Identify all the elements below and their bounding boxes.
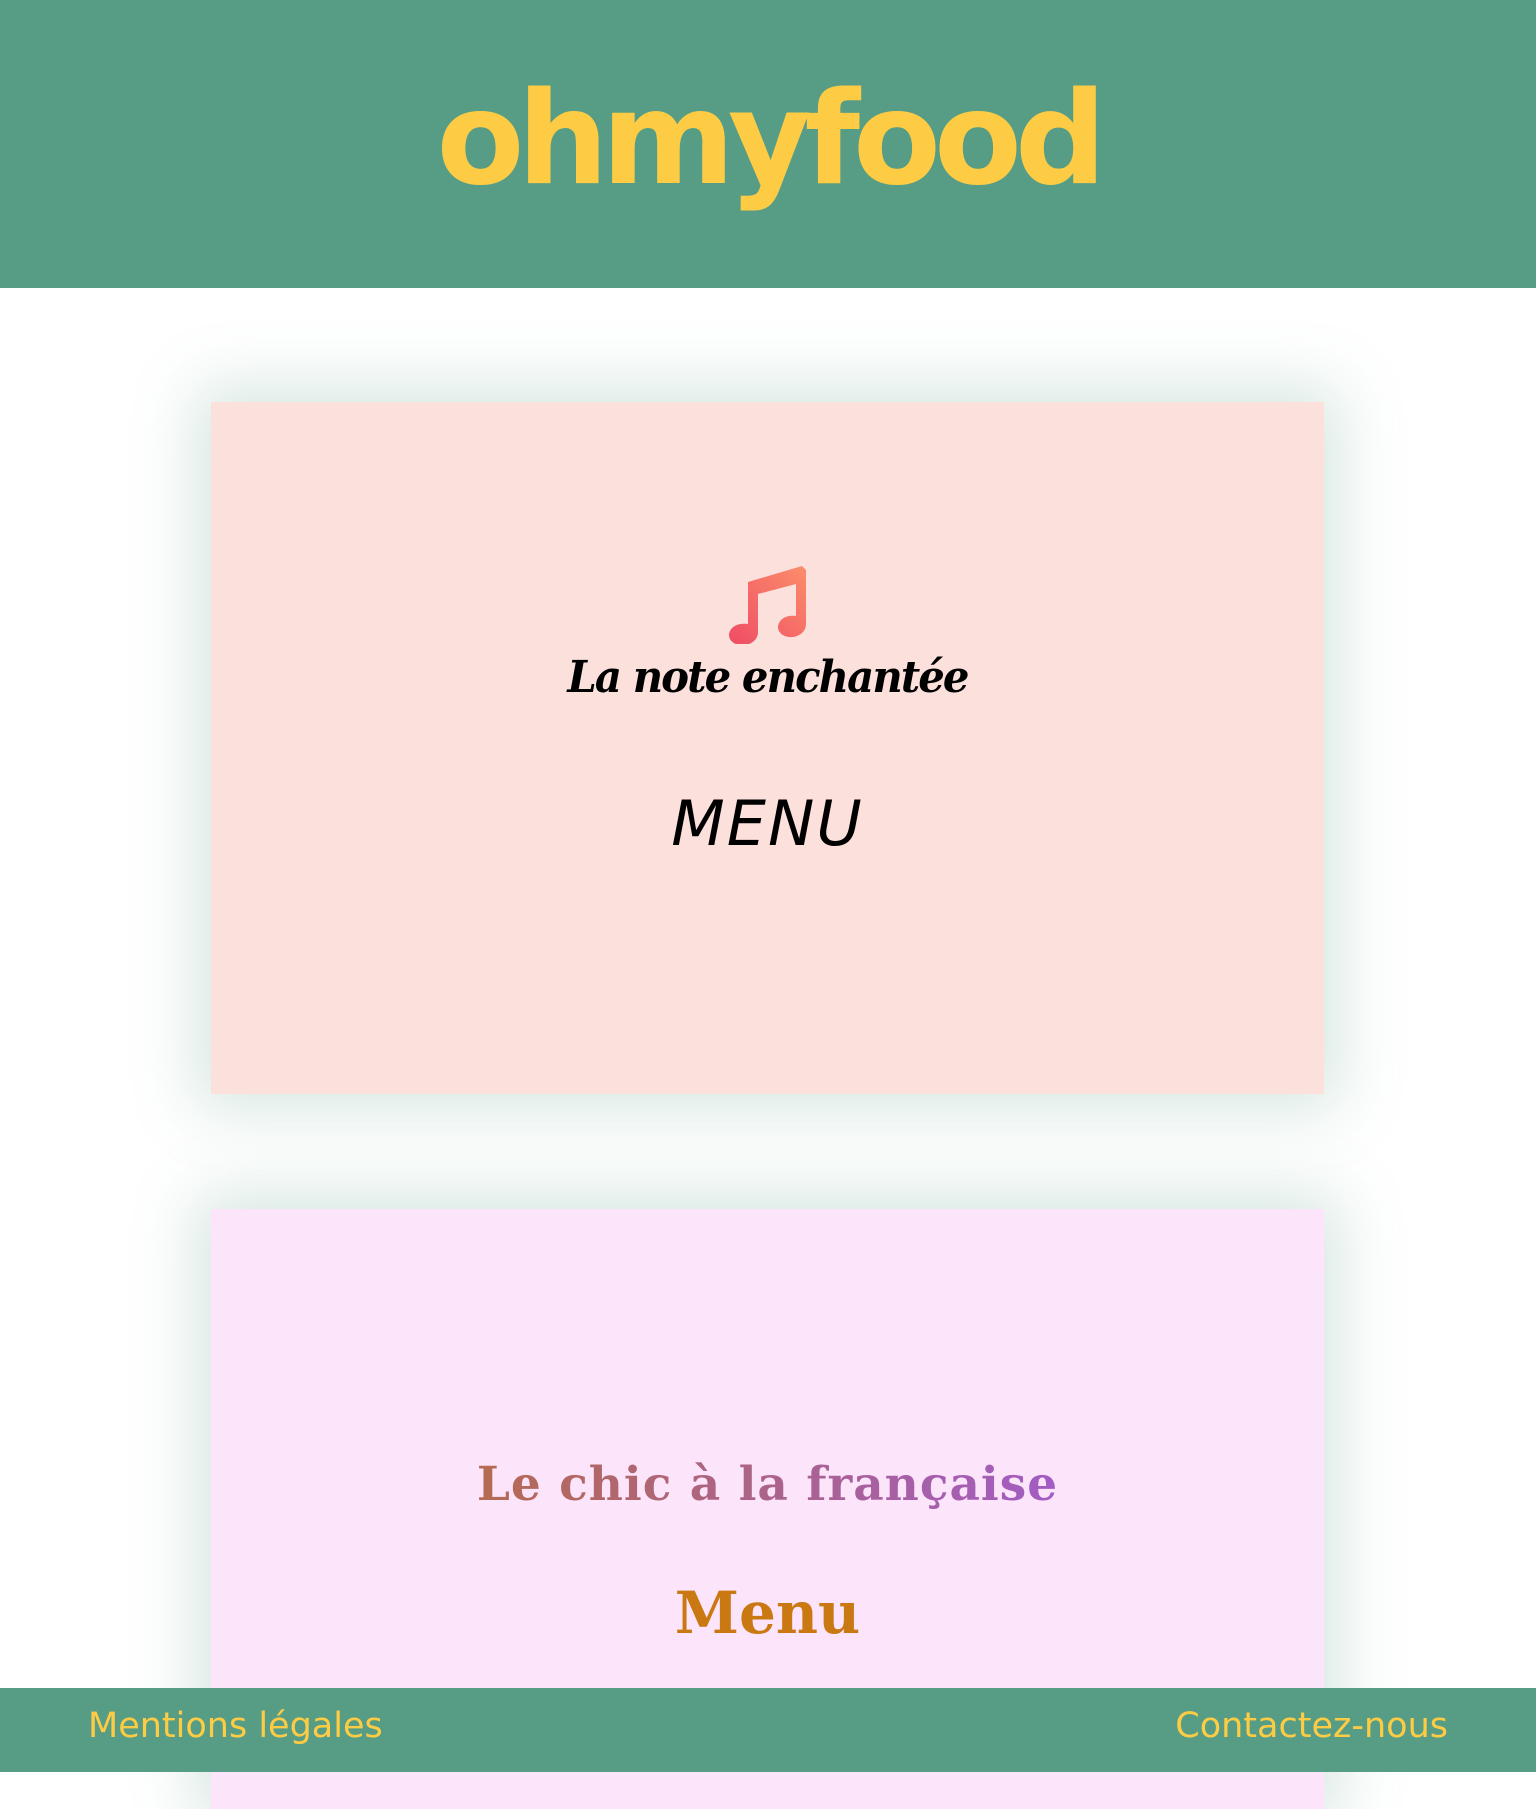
site-footer: Mentions légales Contactez-nous [0, 1688, 1536, 1772]
legal-mentions-link[interactable]: Mentions légales [88, 1706, 383, 1746]
restaurant-name-text: Le chic à la française [476, 1457, 1059, 1512]
menu-link[interactable]: Menu [211, 1579, 1324, 1647]
menu-link[interactable]: MENU [211, 787, 1324, 860]
logo[interactable]: ohmyfood [436, 76, 1106, 204]
restaurant-name: La note enchantée [567, 652, 969, 703]
music-note-icon [729, 566, 806, 644]
contact-link[interactable]: Contactez-nous [1175, 1706, 1448, 1746]
restaurant-card-la-note-enchantee[interactable]: La note enchantée MENU [211, 402, 1324, 1094]
restaurant-name: Le chic à la française [211, 1457, 1324, 1512]
site-header: ohmyfood [0, 0, 1536, 288]
